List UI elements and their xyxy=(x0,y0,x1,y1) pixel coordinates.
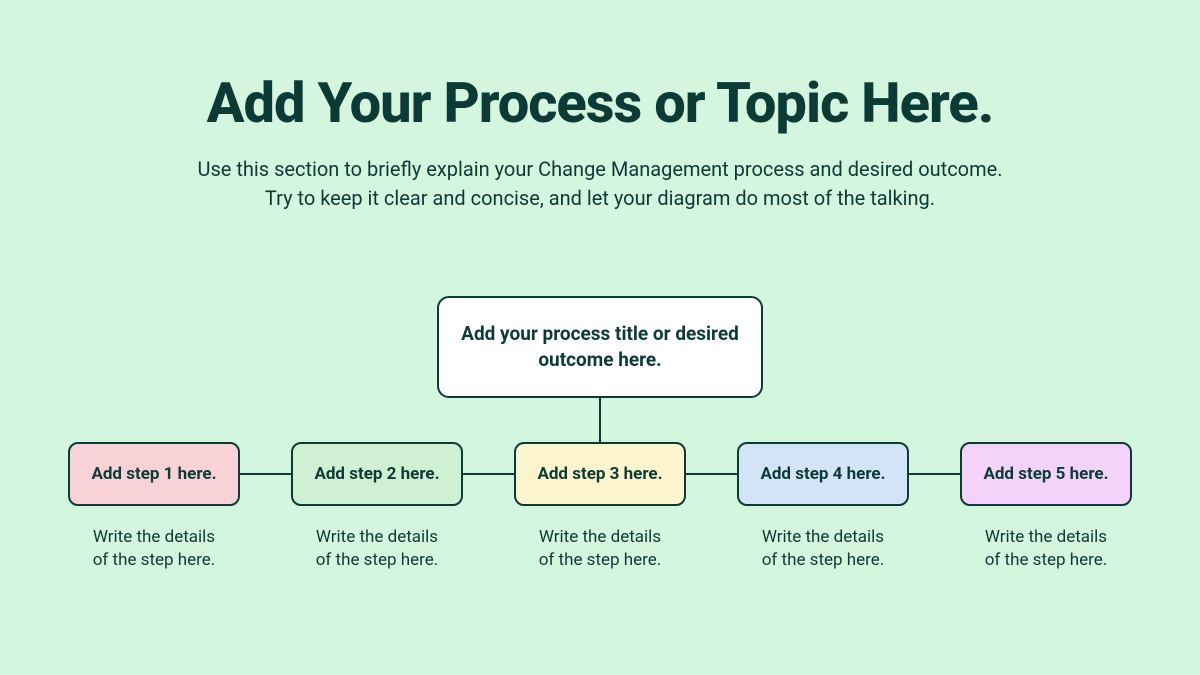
step-5-detail-l1: Write the details xyxy=(985,527,1107,547)
step-4-detail: Write the details of the step here. xyxy=(762,526,885,572)
step-3-label: Add step 3 here. xyxy=(537,464,662,484)
step-1: Add step 1 here. Write the details of th… xyxy=(68,442,240,572)
outcome-box: Add your process title or desired outcom… xyxy=(437,296,763,398)
step-2-detail: Write the details of the step here. xyxy=(316,526,439,572)
page-subtitle: Use this section to briefly explain your… xyxy=(0,155,1200,213)
step-3-detail-l1: Write the details xyxy=(539,527,661,547)
step-2-detail-l2: of the step here. xyxy=(316,550,439,570)
step-5-box: Add step 5 here. xyxy=(960,442,1132,506)
step-1-detail-l2: of the step here. xyxy=(93,550,216,570)
step-5-label: Add step 5 here. xyxy=(983,464,1108,484)
step-5: Add step 5 here. Write the details of th… xyxy=(960,442,1132,572)
step-3-box: Add step 3 here. xyxy=(514,442,686,506)
page-title: Add Your Process or Topic Here. xyxy=(0,70,1200,136)
outcome-text: Add your process title or desired outcom… xyxy=(459,321,741,372)
step-2-label: Add step 2 here. xyxy=(314,464,439,484)
step-4: Add step 4 here. Write the details of th… xyxy=(737,442,909,572)
subtitle-line-2: Try to keep it clear and concise, and le… xyxy=(265,186,935,210)
step-2: Add step 2 here. Write the details of th… xyxy=(291,442,463,572)
step-1-box: Add step 1 here. xyxy=(68,442,240,506)
step-3-detail: Write the details of the step here. xyxy=(539,526,662,572)
step-3-detail-l2: of the step here. xyxy=(539,550,662,570)
step-3: Add step 3 here. Write the details of th… xyxy=(514,442,686,572)
step-1-label: Add step 1 here. xyxy=(91,464,216,484)
subtitle-line-1: Use this section to briefly explain your… xyxy=(198,157,1003,181)
step-5-detail-l2: of the step here. xyxy=(985,550,1108,570)
step-4-label: Add step 4 here. xyxy=(760,464,885,484)
step-1-detail: Write the details of the step here. xyxy=(93,526,216,572)
step-4-box: Add step 4 here. xyxy=(737,442,909,506)
step-2-detail-l1: Write the details xyxy=(316,527,438,547)
step-4-detail-l1: Write the details xyxy=(762,527,884,547)
step-4-detail-l2: of the step here. xyxy=(762,550,885,570)
step-1-detail-l1: Write the details xyxy=(93,527,215,547)
vertical-connector xyxy=(599,398,601,442)
step-2-box: Add step 2 here. xyxy=(291,442,463,506)
step-5-detail: Write the details of the step here. xyxy=(985,526,1108,572)
steps-row: Add step 1 here. Write the details of th… xyxy=(68,442,1132,572)
